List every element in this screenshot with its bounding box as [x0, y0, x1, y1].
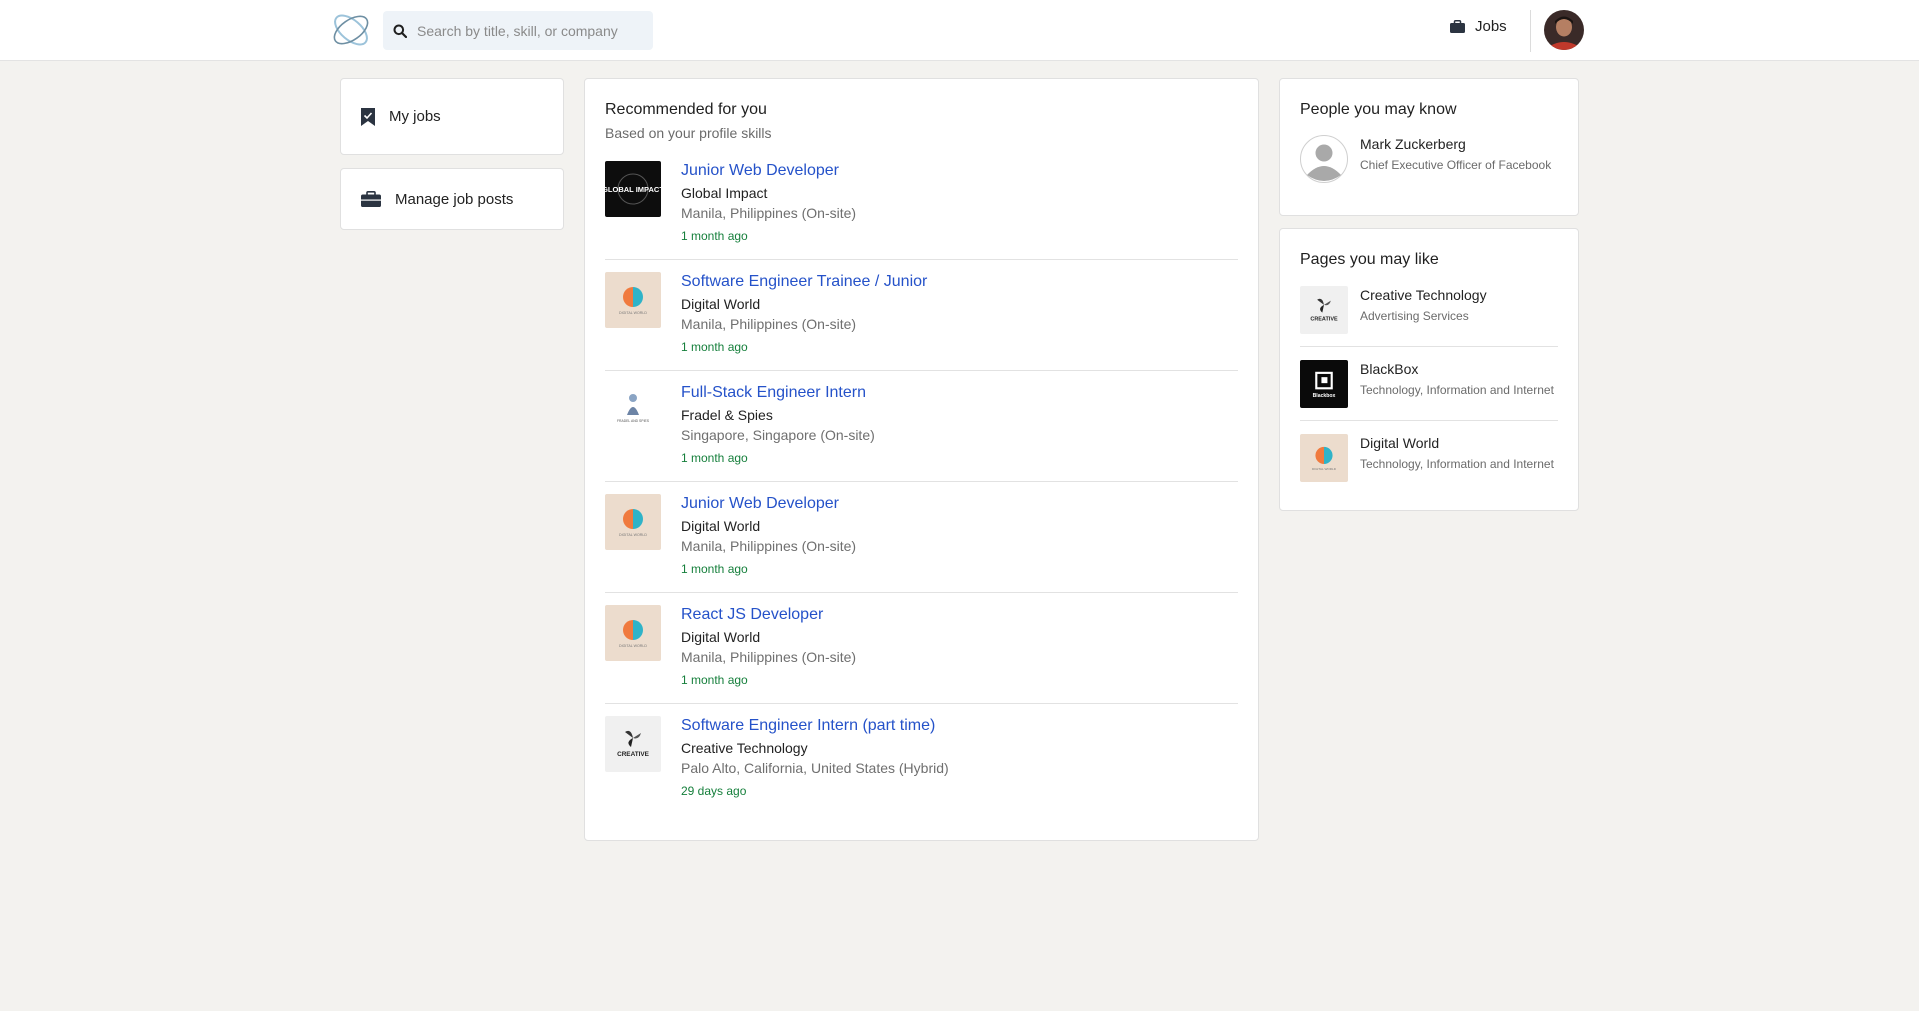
svg-text:Blackbox: Blackbox: [1313, 393, 1336, 399]
company-logo[interactable]: FRADEL AND SPIES: [605, 383, 661, 439]
page-list: CREATIVE Creative Technology Advertising…: [1300, 273, 1558, 494]
job-item[interactable]: GLOBAL IMPACT Junior Web Developer Globa…: [605, 161, 1238, 260]
search-icon: [393, 24, 407, 38]
job-item[interactable]: DIGITAL WORLD Software Engineer Trainee …: [605, 260, 1238, 371]
svg-text:FRADEL AND SPIES: FRADEL AND SPIES: [617, 419, 650, 423]
job-posted-time: 1 month ago: [681, 340, 748, 354]
top-navbar: Jobs: [0, 0, 1919, 61]
page-name[interactable]: Digital World: [1360, 434, 1554, 452]
briefcase-icon: [1450, 20, 1465, 33]
job-posted-time: 29 days ago: [681, 784, 747, 798]
search-input[interactable]: [417, 22, 637, 39]
sidebar-item-label: Manage job posts: [395, 190, 514, 208]
section-subtitle: Based on your profile skills: [605, 125, 772, 141]
job-title-link[interactable]: Full-Stack Engineer Intern: [681, 383, 875, 403]
job-item[interactable]: DIGITAL WORLD Junior Web Developer Digit…: [605, 482, 1238, 593]
manage-posts-card: Manage job posts: [340, 168, 564, 230]
job-title-link[interactable]: React JS Developer: [681, 605, 856, 625]
job-location: Palo Alto, California, United States (Hy…: [681, 760, 949, 776]
job-list: GLOBAL IMPACT Junior Web Developer Globa…: [605, 161, 1238, 815]
page-industry: Technology, Information and Internet: [1360, 457, 1554, 471]
page-logo[interactable]: Blackbox: [1300, 360, 1348, 408]
job-posted-time: 1 month ago: [681, 451, 748, 465]
svg-text:DIGITAL WORLD: DIGITAL WORLD: [1312, 467, 1337, 471]
job-company: Digital World: [681, 629, 761, 645]
company-logo[interactable]: CREATIVE: [605, 716, 661, 772]
job-location: Manila, Philippines (On-site): [681, 649, 857, 665]
job-posted-time: 1 month ago: [681, 562, 748, 576]
person-headline: Chief Executive Officer of Facebook: [1360, 158, 1552, 172]
nav-divider: [1530, 10, 1531, 52]
people-card: People you may know Mark Zuckerberg Chie…: [1279, 78, 1579, 216]
job-location: Singapore, Singapore (On-site): [681, 427, 875, 443]
page-logo[interactable]: DIGITAL WORLD: [1300, 434, 1348, 482]
job-location: Manila, Philippines (On-site): [681, 205, 857, 221]
svg-text:DIGITAL WORLD: DIGITAL WORLD: [619, 311, 647, 315]
profile-avatar[interactable]: [1544, 10, 1584, 50]
sidebar-item-manage-job-posts[interactable]: Manage job posts: [341, 169, 563, 229]
person-avatar[interactable]: [1300, 135, 1348, 183]
job-posted-time: 1 month ago: [681, 229, 748, 243]
job-item[interactable]: FRADEL AND SPIES Full-Stack Engineer Int…: [605, 371, 1238, 482]
pages-title: Pages you may like: [1300, 251, 1439, 268]
job-location: Manila, Philippines (On-site): [681, 538, 857, 554]
page-item[interactable]: DIGITAL WORLD Digital World Technology, …: [1300, 421, 1558, 494]
person-name[interactable]: Mark Zuckerberg: [1360, 135, 1551, 153]
svg-text:CREATIVE: CREATIVE: [1310, 316, 1338, 322]
page-name[interactable]: BlackBox: [1360, 360, 1554, 378]
page-name[interactable]: Creative Technology: [1360, 286, 1487, 304]
svg-text:DIGITAL WORLD: DIGITAL WORLD: [619, 533, 647, 537]
app-logo-icon[interactable]: [330, 9, 372, 51]
svg-text:GLOBAL IMPACT: GLOBAL IMPACT: [605, 185, 661, 194]
nav-jobs-link[interactable]: Jobs: [1450, 18, 1507, 35]
person-item[interactable]: Mark Zuckerberg Chief Executive Officer …: [1300, 135, 1558, 183]
svg-text:DIGITAL WORLD: DIGITAL WORLD: [619, 644, 647, 648]
sidebar-item-label: My jobs: [389, 108, 441, 125]
people-title: People you may know: [1300, 101, 1457, 118]
company-logo[interactable]: DIGITAL WORLD: [605, 494, 661, 550]
job-location: Manila, Philippines (On-site): [681, 316, 857, 332]
job-company: Digital World: [681, 518, 761, 534]
page-item[interactable]: CREATIVE Creative Technology Advertising…: [1300, 273, 1558, 347]
job-company: Digital World: [681, 296, 761, 312]
briefcase-icon: [361, 191, 381, 207]
pages-card: Pages you may like CREATIVE Creative Tec…: [1279, 228, 1579, 511]
job-posted-time: 1 month ago: [681, 673, 748, 687]
my-jobs-card: My jobs: [340, 78, 564, 155]
section-title: Recommended for you: [605, 101, 767, 118]
job-title-link[interactable]: Junior Web Developer: [681, 494, 856, 514]
page-logo[interactable]: CREATIVE: [1300, 286, 1348, 334]
job-item[interactable]: DIGITAL WORLD React JS Developer Digital…: [605, 593, 1238, 704]
company-logo[interactable]: DIGITAL WORLD: [605, 605, 661, 661]
bookmark-icon: [361, 107, 375, 126]
job-title-link[interactable]: Software Engineer Intern (part time): [681, 716, 949, 736]
page-industry: Technology, Information and Internet: [1360, 383, 1554, 397]
job-item[interactable]: CREATIVE Software Engineer Intern (part …: [605, 704, 1238, 815]
job-title-link[interactable]: Junior Web Developer: [681, 161, 856, 181]
recommended-jobs-card: Recommended for you Based on your profil…: [584, 78, 1259, 841]
company-logo[interactable]: DIGITAL WORLD: [605, 272, 661, 328]
nav-jobs-label: Jobs: [1475, 18, 1507, 35]
job-company: Global Impact: [681, 185, 768, 201]
job-company: Creative Technology: [681, 740, 808, 756]
page-industry: Advertising Services: [1360, 309, 1469, 323]
job-title-link[interactable]: Software Engineer Trainee / Junior: [681, 272, 927, 292]
search-bar[interactable]: [383, 11, 653, 50]
sidebar-item-my-jobs[interactable]: My jobs: [341, 79, 563, 154]
page-item[interactable]: Blackbox BlackBox Technology, Informatio…: [1300, 347, 1558, 421]
company-logo[interactable]: GLOBAL IMPACT: [605, 161, 661, 217]
svg-text:CREATIVE: CREATIVE: [617, 751, 650, 758]
job-company: Fradel & Spies: [681, 407, 773, 423]
